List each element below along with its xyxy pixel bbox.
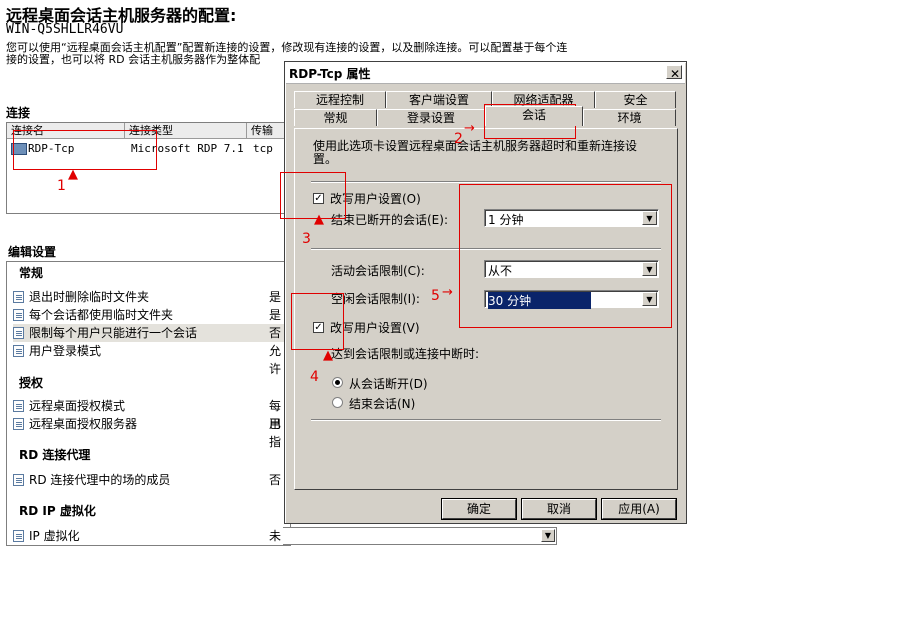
connections-heading: 连接 xyxy=(6,106,31,120)
tab-security[interactable]: 安全 xyxy=(595,91,676,108)
group-general: 常规 xyxy=(19,266,44,280)
idle-limit-label: 空闲会话限制(I): xyxy=(331,292,420,306)
setting-per-session-temp[interactable]: 每个会话都使用临时文件夹 是 xyxy=(13,306,290,324)
setting-label: IP 虚拟化 xyxy=(29,529,80,543)
dialog-title: RDP-Tcp 属性 xyxy=(289,67,371,81)
setting-ip-virtualization[interactable]: IP 虚拟化 未启用 xyxy=(13,527,290,545)
limit-reached-label: 达到会话限制或连接中断时: xyxy=(331,347,480,361)
chevron-down-icon[interactable]: ▼ xyxy=(541,529,555,542)
setting-doc-icon xyxy=(13,474,24,486)
group-connection-broker: RD 连接代理 xyxy=(19,448,91,462)
annotation-box-5 xyxy=(459,184,672,328)
server-name: WIN-Q5SHLLR46VU xyxy=(6,22,124,37)
setting-value: 是 xyxy=(269,290,282,304)
setting-label: 远程桌面授权模式 xyxy=(29,399,126,413)
cancel-button[interactable]: 取消 xyxy=(522,499,596,519)
annotation-arrow-right-icon: → xyxy=(442,285,453,300)
annotation-number-2: 2 xyxy=(454,131,463,147)
setting-single-session[interactable]: 限制每个用户只能进行一个会话 否 xyxy=(13,324,290,342)
close-icon: ✕ xyxy=(670,67,681,81)
setting-license-server[interactable]: 远程桌面授权服务器 已指 xyxy=(13,415,290,449)
annotation-arrow-right-icon: → xyxy=(464,121,475,136)
setting-doc-icon xyxy=(13,345,24,357)
setting-doc-icon xyxy=(13,327,24,339)
edit-settings-heading: 编辑设置 xyxy=(8,245,57,259)
annotation-number-3: 3 xyxy=(302,231,311,247)
setting-delete-temp-folders[interactable]: 退出时删除临时文件夹 是 xyxy=(13,288,290,306)
annotation-arrow-up-icon: ▲ xyxy=(68,167,78,182)
setting-doc-icon xyxy=(13,400,24,412)
sessions-description: 使用此选项卡设置远程桌面会话主机服务器超时和重新连接设置。 xyxy=(313,139,638,166)
ip-virtualization-dropdown[interactable]: ▼ xyxy=(283,527,557,545)
annotation-arrow-up-icon: ▲ xyxy=(323,348,333,363)
annotation-box-3 xyxy=(280,172,346,219)
setting-broker-farm-member[interactable]: RD 连接代理中的场的成员 否 xyxy=(13,471,290,489)
dialog-title-bar[interactable]: RDP-Tcp 属性 ✕ xyxy=(286,63,685,84)
end-session-radio[interactable] xyxy=(332,397,343,408)
setting-doc-icon xyxy=(13,309,24,321)
tab-client-settings[interactable]: 客户端设置 xyxy=(386,91,492,108)
setting-doc-icon xyxy=(13,530,24,542)
connection-transport: tcp xyxy=(253,142,273,155)
separator xyxy=(311,181,661,183)
setting-licensing-mode[interactable]: 远程桌面授权模式 每用 xyxy=(13,397,290,431)
setting-label: 退出时删除临时文件夹 xyxy=(29,290,150,304)
setting-doc-icon xyxy=(13,418,24,430)
ok-button[interactable]: 确定 xyxy=(442,499,516,519)
setting-value: 否 xyxy=(269,326,282,340)
setting-label: 限制每个用户只能进行一个会话 xyxy=(29,326,198,340)
annotation-number-4: 4 xyxy=(310,369,319,385)
setting-label: RD 连接代理中的场的成员 xyxy=(29,473,171,487)
setting-logon-mode[interactable]: 用户登录模式 允许 xyxy=(13,342,290,376)
disconnect-radio-label: 从会话断开(D) xyxy=(349,377,428,391)
setting-doc-icon xyxy=(13,291,24,303)
tab-sessions[interactable]: 会话 xyxy=(485,106,583,126)
close-button[interactable]: ✕ xyxy=(666,65,682,81)
annotation-box-1 xyxy=(13,130,157,170)
active-limit-label: 活动会话限制(C): xyxy=(331,264,425,278)
separator xyxy=(311,419,661,421)
apply-button[interactable]: 应用(A) xyxy=(602,499,676,519)
tab-general[interactable]: 常规 xyxy=(294,109,377,126)
annotation-box-4 xyxy=(291,293,344,350)
setting-value: 是 xyxy=(269,308,282,322)
tab-remote-control[interactable]: 远程控制 xyxy=(294,91,386,108)
annotation-number-1: 1 xyxy=(57,178,66,194)
group-licensing: 授权 xyxy=(19,376,44,390)
group-ip-virtualization: RD IP 虚拟化 xyxy=(19,504,96,518)
annotation-number-5: 5 xyxy=(431,288,440,304)
setting-label: 用户登录模式 xyxy=(29,344,102,358)
setting-label: 每个会话都使用临时文件夹 xyxy=(29,308,174,322)
setting-value: 否 xyxy=(269,473,282,487)
annotation-arrow-up-icon: ▲ xyxy=(314,212,324,227)
edit-settings-list: 常规 退出时删除临时文件夹 是 每个会话都使用临时文件夹 是 限制每个用户只能进… xyxy=(6,261,291,546)
setting-label: 远程桌面授权服务器 xyxy=(29,417,138,431)
end-session-radio-label: 结束会话(N) xyxy=(349,397,416,411)
tab-environment[interactable]: 环境 xyxy=(583,109,676,126)
end-disconnected-label: 结束已断开的会话(E): xyxy=(331,213,448,227)
disconnect-radio[interactable] xyxy=(332,377,343,388)
